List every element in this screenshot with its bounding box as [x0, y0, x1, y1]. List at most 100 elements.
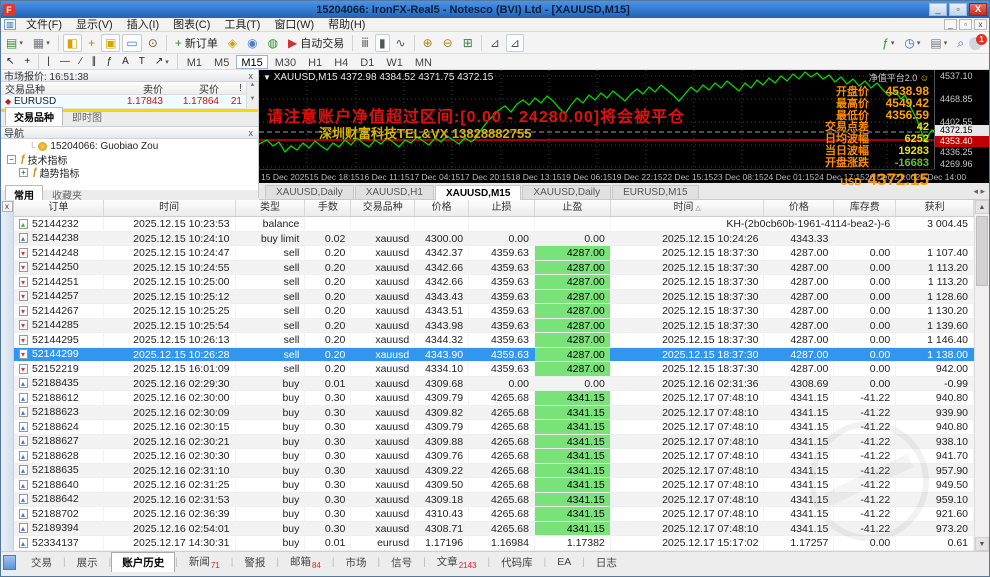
minimize-button[interactable]: _	[929, 3, 947, 16]
market-watch-toggle[interactable]: ◧	[62, 33, 83, 52]
timeframe-M5[interactable]: M5	[209, 55, 234, 69]
mw-column-2[interactable]: 买价	[167, 81, 223, 96]
menu-item-窗口(W)[interactable]: 窗口(W)	[267, 18, 321, 32]
bottom-tab-信号[interactable]: 信号	[380, 552, 423, 573]
history-row-52144257[interactable]: ▾ 52144257 2025.12.15 10:25:12 sell 0.20 xauu…	[14, 289, 974, 304]
history-row-52188435[interactable]: ▴ 52188435 2025.12.16 02:29:30 buy 0.01 xauus…	[14, 376, 974, 391]
column-header-6[interactable]: 止损	[469, 200, 535, 216]
autotrading-button[interactable]: ▶ 自动交易	[284, 34, 348, 52]
history-row-52188624[interactable]: ▴ 52188624 2025.12.16 02:30:15 buy 0.30 xauus…	[14, 420, 974, 435]
column-header-1[interactable]: 时间	[104, 200, 236, 216]
history-row-52144251[interactable]: ▾ 52144251 2025.12.15 10:25:00 sell 0.20 xauu…	[14, 275, 974, 290]
bottom-tab-代码库[interactable]: 代码库	[490, 552, 544, 573]
history-row-52188628[interactable]: ▴ 52188628 2025.12.16 02:30:30 buy 0.30 xauus…	[14, 449, 974, 464]
bottom-tab-EA[interactable]: EA	[546, 553, 582, 571]
toolbox-close-icon[interactable]: x	[1, 201, 13, 212]
vertical-line-tool[interactable]: |	[43, 55, 54, 69]
menu-item-帮助(H)[interactable]: 帮助(H)	[321, 18, 372, 32]
menu-item-图表(C)[interactable]: 图表(C)	[166, 18, 217, 32]
label-tool[interactable]: T	[135, 55, 149, 69]
history-row-52144299[interactable]: ▾ 52144299 2025.12.15 10:26:28 sell 0.20 xauu…	[14, 347, 974, 362]
history-row-52144232[interactable]: ▴ 52144232 2025.12.15 10:23:53 balance KH-(2…	[14, 217, 974, 232]
new-chart-button[interactable]: ▤ ▾	[2, 34, 27, 52]
bar-chart-button[interactable]: ⅲ	[357, 34, 373, 52]
channel-tool[interactable]: ∥	[88, 55, 101, 69]
chat-button[interactable]: ◉	[243, 34, 261, 52]
market-watch-scrollbar[interactable]: ▲ ▼	[246, 82, 258, 109]
horizontal-line-tool[interactable]: —	[56, 55, 74, 69]
zoom-in-button[interactable]: ⊕	[419, 34, 437, 52]
history-row-52188627[interactable]: ▴ 52188627 2025.12.16 02:30:21 buy 0.30 xauus…	[14, 434, 974, 449]
timeframe-MN[interactable]: MN	[410, 55, 437, 69]
history-row-52144248[interactable]: ▾ 52144248 2025.12.15 10:24:47 sell 0.20 xauu…	[14, 246, 974, 261]
mw-tab-即时图[interactable]: 即时图	[63, 107, 111, 126]
tile-windows-button[interactable]: ⊞	[459, 34, 477, 52]
menu-item-文件(F)[interactable]: 文件(F)	[19, 18, 69, 32]
profiles-button[interactable]: ▦ ▾	[29, 34, 54, 52]
menu-item-工具(T)[interactable]: 工具(T)	[217, 18, 267, 32]
cursor-tool[interactable]: ↖	[2, 55, 18, 69]
fibonacci-tool[interactable]: ƒ	[103, 55, 117, 69]
history-row-52188702[interactable]: ▴ 52188702 2025.12.16 02:36:39 buy 0.30 xauus…	[14, 507, 974, 522]
new-order-button[interactable]: + 新订单	[171, 34, 222, 52]
chart-tab-EURUSD,M15[interactable]: EURUSD,M15	[612, 185, 699, 199]
toolbox-toggle[interactable]: ▭	[122, 33, 142, 52]
search-icon[interactable]: ⌕	[953, 34, 968, 52]
chart-tab-XAUUSD,M15[interactable]: XAUUSD,M15	[434, 185, 522, 200]
depth-of-market-button[interactable]: ◈	[224, 34, 241, 52]
bottom-tab-文章[interactable]: 文章2143	[426, 551, 488, 573]
navigator-close-icon[interactable]: x	[247, 128, 256, 138]
history-row-52144285[interactable]: ▾ 52144285 2025.12.15 10:25:54 sell 0.20 xauu…	[14, 318, 974, 333]
data-window-toggle[interactable]: +	[84, 34, 99, 52]
timeframe-H1[interactable]: H1	[303, 55, 327, 69]
expand-icon[interactable]: −	[7, 155, 16, 164]
bottom-tab-展示[interactable]: 展示	[66, 552, 109, 573]
timeframe-W1[interactable]: W1	[381, 55, 408, 69]
zoom-out-button[interactable]: ⊖	[439, 34, 457, 52]
periods-button[interactable]: ◷ ▾	[900, 34, 924, 52]
arrows-tool[interactable]: ↗ ▾	[151, 55, 173, 69]
column-header-11[interactable]: 获利	[896, 200, 974, 216]
timeframe-M15[interactable]: M15	[236, 54, 268, 69]
column-header-7[interactable]: 止盈	[535, 200, 611, 216]
chart-tab-XAUUSD,Daily[interactable]: XAUUSD,Daily	[522, 185, 612, 199]
history-row-52144238[interactable]: ▴ 52144238 2025.12.15 10:24:10 buy limit 0.0…	[14, 231, 974, 246]
market-watch-close-icon[interactable]: x	[247, 71, 256, 81]
strategy-tester-toggle[interactable]: ⊙	[144, 34, 162, 52]
trendline-tool[interactable]: ∕	[76, 55, 86, 69]
restore-button[interactable]: ▫	[949, 3, 967, 16]
history-row-52144295[interactable]: ▾ 52144295 2025.12.15 10:26:13 sell 0.20 xauu…	[14, 333, 974, 348]
bottom-tab-新闻[interactable]: 新闻71	[178, 551, 231, 573]
chart-tab-scroll-icons[interactable]: ◂ ▸	[973, 186, 985, 197]
column-header-9[interactable]: 价格	[764, 200, 835, 216]
templates-button[interactable]: ▤ ▾	[926, 34, 951, 52]
column-header-0[interactable]: 订单	[14, 200, 104, 216]
column-header-4[interactable]: 交易品种	[351, 200, 416, 216]
child-close-button[interactable]: x	[974, 19, 987, 30]
text-tool[interactable]: A	[118, 55, 133, 69]
column-header-5[interactable]: 价格	[415, 200, 470, 216]
mw-tab-交易品种[interactable]: 交易品种	[5, 107, 63, 126]
bottom-tab-邮箱[interactable]: 邮箱84	[279, 551, 332, 573]
toolbox-grip-icon[interactable]	[3, 554, 16, 570]
menu-item-显示(V)[interactable]: 显示(V)	[69, 18, 120, 32]
history-row-52188642[interactable]: ▴ 52188642 2025.12.16 02:31:53 buy 0.30 xauus…	[14, 492, 974, 507]
child-restore-button[interactable]: ▫	[959, 19, 972, 30]
bottom-tab-账户历史[interactable]: 账户历史	[111, 551, 176, 573]
column-header-3[interactable]: 手数	[305, 200, 352, 216]
bottom-tab-交易[interactable]: 交易	[20, 552, 63, 573]
history-row-52144267[interactable]: ▾ 52144267 2025.12.15 10:25:25 sell 0.20 xauu…	[14, 304, 974, 319]
history-row-52188635[interactable]: ▴ 52188635 2025.12.16 02:31:10 buy 0.30 xauus…	[14, 463, 974, 478]
bottom-tab-市场[interactable]: 市场	[334, 552, 377, 573]
timeframe-D1[interactable]: D1	[355, 55, 379, 69]
candlestick-button[interactable]: ▮	[374, 33, 390, 52]
history-row-52152219[interactable]: ▾ 52152219 2025.12.15 16:01:09 sell 0.20 xauu…	[14, 362, 974, 377]
line-chart-button[interactable]: ∿	[392, 34, 410, 52]
history-row-52144250[interactable]: ▾ 52144250 2025.12.15 10:24:55 sell 0.20 xauu…	[14, 260, 974, 275]
notification-bell-icon[interactable]: 1	[969, 33, 987, 51]
timeframe-M1[interactable]: M1	[182, 55, 207, 69]
mw-column-0[interactable]: 交易品种	[1, 81, 111, 96]
column-header-2[interactable]: 类型	[236, 200, 306, 216]
navigator-item[interactable]: + ƒ 趋势指标	[1, 166, 258, 180]
menu-item-插入(I)[interactable]: 插入(I)	[120, 18, 166, 32]
